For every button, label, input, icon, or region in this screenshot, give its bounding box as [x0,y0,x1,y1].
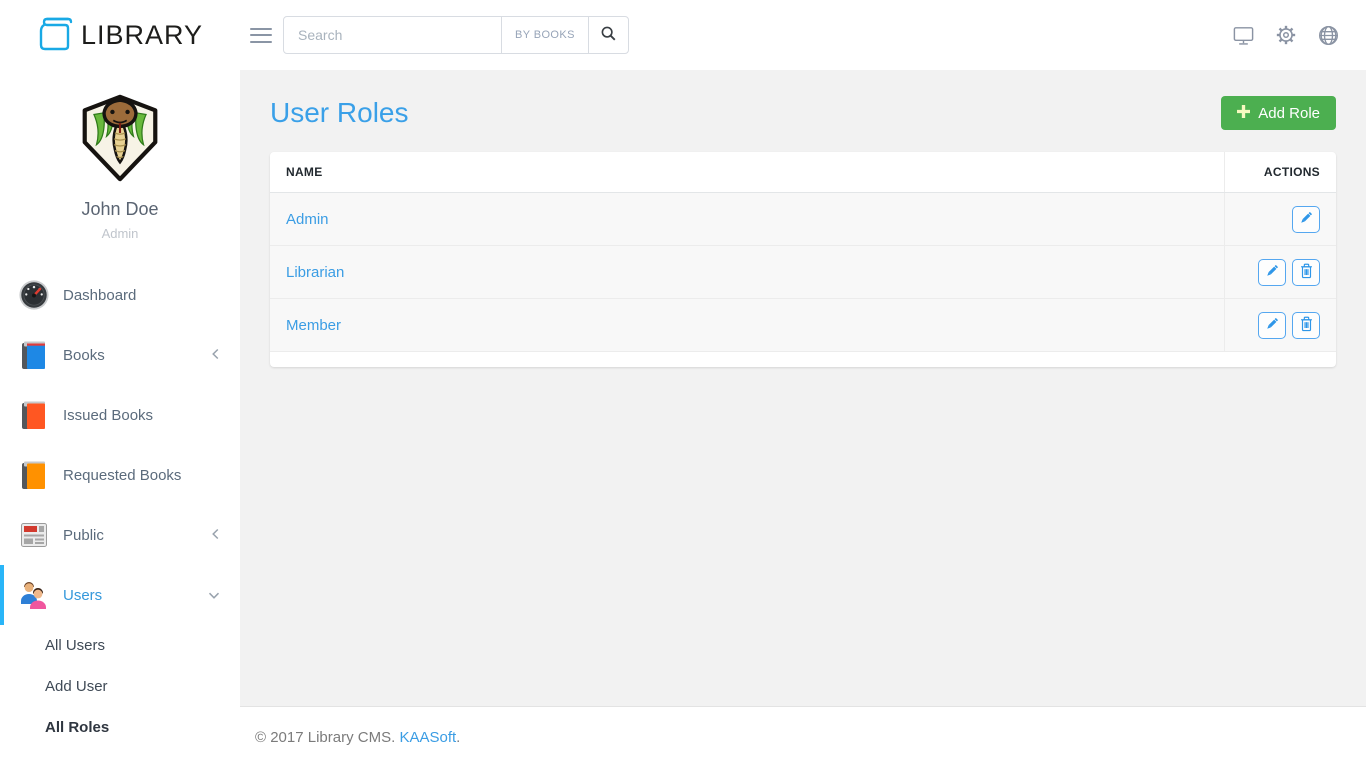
main-content: User Roles Add Role NAME ACTIONS [240,70,1366,706]
book-blue-icon [18,339,50,371]
sidebar-subnav: All UsersAdd UserAll Roles [0,625,240,748]
chevron-left-icon [211,527,220,544]
role-name-cell: Member [270,299,1224,352]
search-bar: BY BOOKS [283,16,629,54]
pencil-icon [1264,316,1280,335]
page-title: User Roles [270,96,408,130]
delete-role-button[interactable] [1292,312,1320,339]
kaasoft-link[interactable]: KAASoft [399,729,456,746]
sidebar-subitem-all-users[interactable]: All Users [0,625,240,666]
trash-icon [1299,263,1314,282]
sidebar-item-dashboard[interactable]: Dashboard [0,265,240,325]
sidebar-item-public[interactable]: Public [0,505,240,565]
footer: © 2017 Library CMS. KAASoft. [240,706,1366,768]
sidebar-item-issued-books[interactable]: Issued Books [0,385,240,445]
search-button[interactable] [588,16,629,54]
globe-icon[interactable] [1317,24,1340,47]
copyright-text: © 2017 Library CMS. [255,729,395,746]
add-role-button[interactable]: Add Role [1221,96,1336,130]
user-panel: John Doe Admin [0,70,240,241]
users-icon [18,579,50,611]
edit-role-button[interactable] [1292,206,1320,233]
book-orange-icon [18,459,50,491]
magnifier-icon [600,25,617,45]
role-name-cell: Librarian [270,246,1224,299]
sidebar: John Doe Admin Dashboard Books Issued Bo… [0,70,240,768]
roles-table: NAME ACTIONS Admin Librarian Member [270,152,1336,352]
sidebar-item-books[interactable]: Books [0,325,240,385]
roles-table-card: NAME ACTIONS Admin Librarian Member [270,152,1336,367]
newspaper-icon [18,519,50,551]
book-logo-icon [37,13,75,58]
gauge-icon [18,279,50,311]
delete-role-button[interactable] [1292,259,1320,286]
book-red-icon [18,399,50,431]
gear-icon[interactable] [1275,24,1297,46]
table-row: Admin [270,193,1336,246]
trash-icon [1299,316,1314,335]
pencil-icon [1264,263,1280,282]
sidebar-item-requested-books[interactable]: Requested Books [0,445,240,505]
cobra-shield-avatar [78,169,162,186]
topbar: LIBRARY BY BOOKS [0,0,1366,70]
table-row: Librarian [270,246,1336,299]
chevron-down-icon [208,587,220,604]
user-role: Admin [0,226,240,241]
column-header-name: NAME [270,152,1224,193]
edit-role-button[interactable] [1258,259,1286,286]
role-actions-cell [1224,299,1336,352]
role-actions-cell [1224,193,1336,246]
search-input[interactable] [283,16,502,54]
sidebar-subitem-all-roles[interactable]: All Roles [0,707,240,748]
sidebar-nav: Dashboard Books Issued Books Requested B… [0,265,240,625]
table-row: Member [270,299,1336,352]
role-link[interactable]: Librarian [286,264,344,281]
plus-icon [1237,105,1250,122]
role-link[interactable]: Member [286,317,341,334]
search-filter-button[interactable]: BY BOOKS [501,16,589,54]
sidebar-subitem-add-user[interactable]: Add User [0,666,240,707]
sidebar-item-users[interactable]: Users [0,565,240,625]
user-name: John Doe [0,199,240,220]
role-link[interactable]: Admin [286,211,329,228]
monitor-icon[interactable] [1232,24,1255,47]
logo[interactable]: LIBRARY [0,13,240,58]
edit-role-button[interactable] [1258,312,1286,339]
topbar-right-icons [1232,24,1340,47]
menu-toggle-icon[interactable] [250,20,272,50]
role-actions-cell [1224,246,1336,299]
pencil-icon [1298,210,1314,229]
role-name-cell: Admin [270,193,1224,246]
logo-text: LIBRARY [81,20,203,51]
chevron-left-icon [211,347,220,364]
column-header-actions: ACTIONS [1224,152,1336,193]
